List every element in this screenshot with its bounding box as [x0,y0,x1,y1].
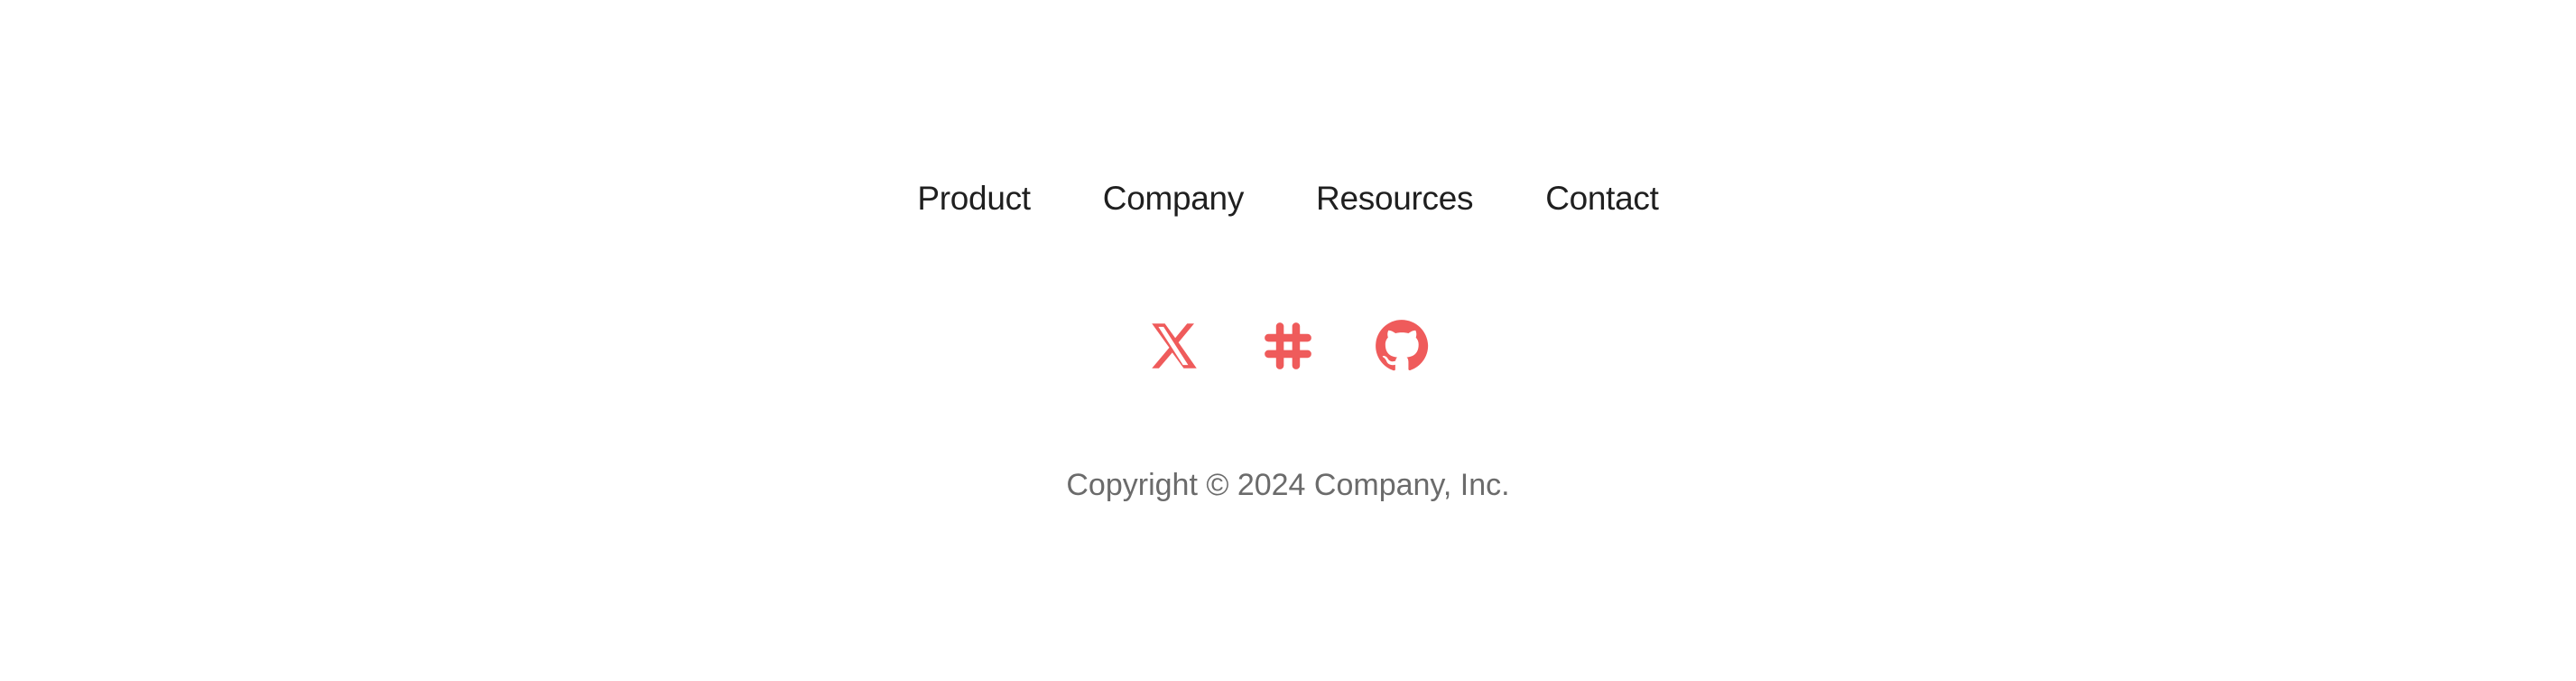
github-link[interactable] [1372,316,1432,376]
social-links [0,314,2576,378]
x-twitter-link[interactable] [1144,316,1204,376]
slack-icon [1265,322,1311,369]
footer-link-contact[interactable]: Contact [1545,167,1659,230]
footer-link-company[interactable]: Company [1103,167,1245,230]
x-twitter-icon [1152,323,1197,368]
slack-link[interactable] [1258,316,1318,376]
site-footer: Product Company Resources Contact Copyri… [0,0,2576,681]
footer-link-product[interactable]: Product [917,167,1031,230]
github-icon [1376,320,1429,371]
footer-nav: Product Company Resources Contact [0,167,2576,230]
footer-link-resources[interactable]: Resources [1316,167,1473,230]
copyright-text: Copyright © 2024 Company, Inc. [1066,468,1510,502]
